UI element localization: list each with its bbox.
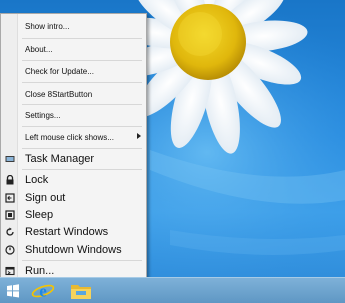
- file-explorer-icon: [71, 285, 91, 299]
- menu-item-label: Check for Update...: [25, 66, 94, 76]
- menu-item-check-for-update[interactable]: Check for Update...: [1, 61, 147, 81]
- restart-icon: [6, 227, 14, 236]
- taskbar-internet-explorer[interactable]: e: [30, 280, 56, 302]
- start-button-context-menu: Show intro... About... Check for Update.…: [0, 13, 147, 280]
- menu-item-label: Show intro...: [25, 21, 70, 31]
- task-manager-icon: [5, 156, 15, 162]
- windows-start-icon: [7, 284, 19, 298]
- menu-item-label: Lock: [25, 174, 49, 186]
- submenu-arrow-icon: [137, 133, 141, 139]
- menu-item-close-8startbutton[interactable]: Close 8StartButton: [1, 84, 147, 104]
- internet-explorer-icon: e: [31, 282, 55, 301]
- menu-item-left-mouse-click-shows[interactable]: Left mouse click shows...: [1, 127, 147, 147]
- shutdown-icon: [5, 245, 15, 255]
- menu-item-label: Sign out: [25, 192, 66, 204]
- sleep-icon: [5, 210, 15, 220]
- menu-item-shutdown-windows[interactable]: Shutdown Windows: [1, 240, 147, 260]
- menu-item-about[interactable]: About...: [1, 39, 147, 59]
- menu-item-lock[interactable]: Lock: [1, 170, 147, 190]
- lock-icon: [6, 175, 14, 185]
- menu-item-label: Restart Windows: [25, 226, 109, 238]
- menu-item-label: Shutdown Windows: [25, 244, 122, 256]
- menu-separator: [22, 82, 142, 83]
- menu-item-label: About...: [25, 44, 53, 54]
- sign-out-icon: [5, 193, 15, 203]
- menu-item-label: Sleep: [25, 209, 54, 221]
- menu-item-show-intro[interactable]: Show intro...: [1, 16, 147, 36]
- taskbar: e: [0, 277, 345, 303]
- taskbar-file-explorer[interactable]: [66, 280, 96, 302]
- menu-item-label: Task Manager: [25, 153, 95, 165]
- menu-item-label: Run...: [25, 265, 55, 277]
- menu-item-task-manager[interactable]: Task Manager: [1, 149, 147, 169]
- menu-item-label: Left mouse click shows...: [25, 132, 114, 142]
- menu-item-restart-windows[interactable]: Restart Windows: [1, 222, 147, 242]
- menu-item-label: Close 8StartButton: [25, 89, 93, 99]
- svg-text:e: e: [39, 282, 47, 301]
- run-icon: [5, 266, 15, 276]
- start-button[interactable]: [2, 280, 24, 302]
- menu-item-label: Settings...: [25, 110, 61, 120]
- menu-item-settings[interactable]: Settings...: [1, 105, 147, 125]
